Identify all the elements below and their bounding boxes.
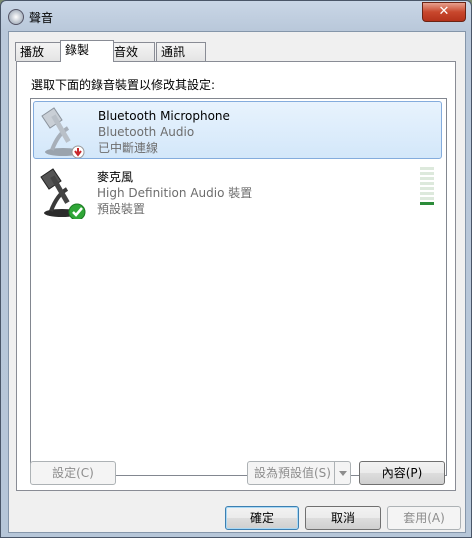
configure-button[interactable]: 設定(C) <box>30 461 116 485</box>
device-item-microphone[interactable]: 麥克風 High Definition Audio 裝置 預設裝置 <box>33 163 442 221</box>
ok-button[interactable]: 確定 <box>225 506 299 530</box>
window-title: 聲音 <box>29 11 54 25</box>
tab-sounds[interactable]: 音效 <box>109 42 155 61</box>
tab-recording[interactable]: 錄製 <box>60 40 114 62</box>
sound-dialog: 聲音 ✕ 播放 錄製 音效 通訊 選取下面的錄音裝置以修改其設定: Blueto… <box>0 0 472 538</box>
set-default-label: 設為預設值(S) <box>254 466 331 480</box>
dialog-client: 播放 錄製 音效 通訊 選取下面的錄音裝置以修改其設定: Bluetooth M… <box>8 31 466 533</box>
recording-panel: 選取下面的錄音裝置以修改其設定: Bluetooth Microphone Bl… <box>16 61 456 491</box>
close-button[interactable]: ✕ <box>422 2 466 22</box>
device-name: 麥克風 <box>97 170 134 184</box>
microphone-default-icon <box>40 168 86 219</box>
device-item-bluetooth-microphone[interactable]: Bluetooth Microphone Bluetooth Audio 已中斷… <box>33 101 442 159</box>
device-driver: Bluetooth Audio <box>98 125 195 139</box>
level-meter <box>420 167 434 207</box>
microphone-disconnected-icon <box>41 107 85 158</box>
chevron-down-icon[interactable] <box>334 462 351 484</box>
instruction-text: 選取下面的錄音裝置以修改其設定: <box>31 78 216 92</box>
device-status: 預設裝置 <box>97 202 146 216</box>
cancel-button[interactable]: 取消 <box>305 506 381 530</box>
tab-playback[interactable]: 播放 <box>15 42 61 61</box>
device-driver: High Definition Audio 裝置 <box>97 186 253 200</box>
device-list[interactable]: Bluetooth Microphone Bluetooth Audio 已中斷… <box>30 98 447 476</box>
device-status: 已中斷連線 <box>98 141 159 155</box>
title-bar[interactable]: 聲音 ✕ <box>1 1 471 31</box>
speaker-icon <box>8 9 24 25</box>
properties-button[interactable]: 內容(P) <box>359 461 445 485</box>
apply-button[interactable]: 套用(A) <box>387 506 461 530</box>
device-name: Bluetooth Microphone <box>98 109 230 123</box>
set-default-button[interactable]: 設為預設值(S) <box>247 461 351 485</box>
tab-communications[interactable]: 通訊 <box>156 42 206 61</box>
